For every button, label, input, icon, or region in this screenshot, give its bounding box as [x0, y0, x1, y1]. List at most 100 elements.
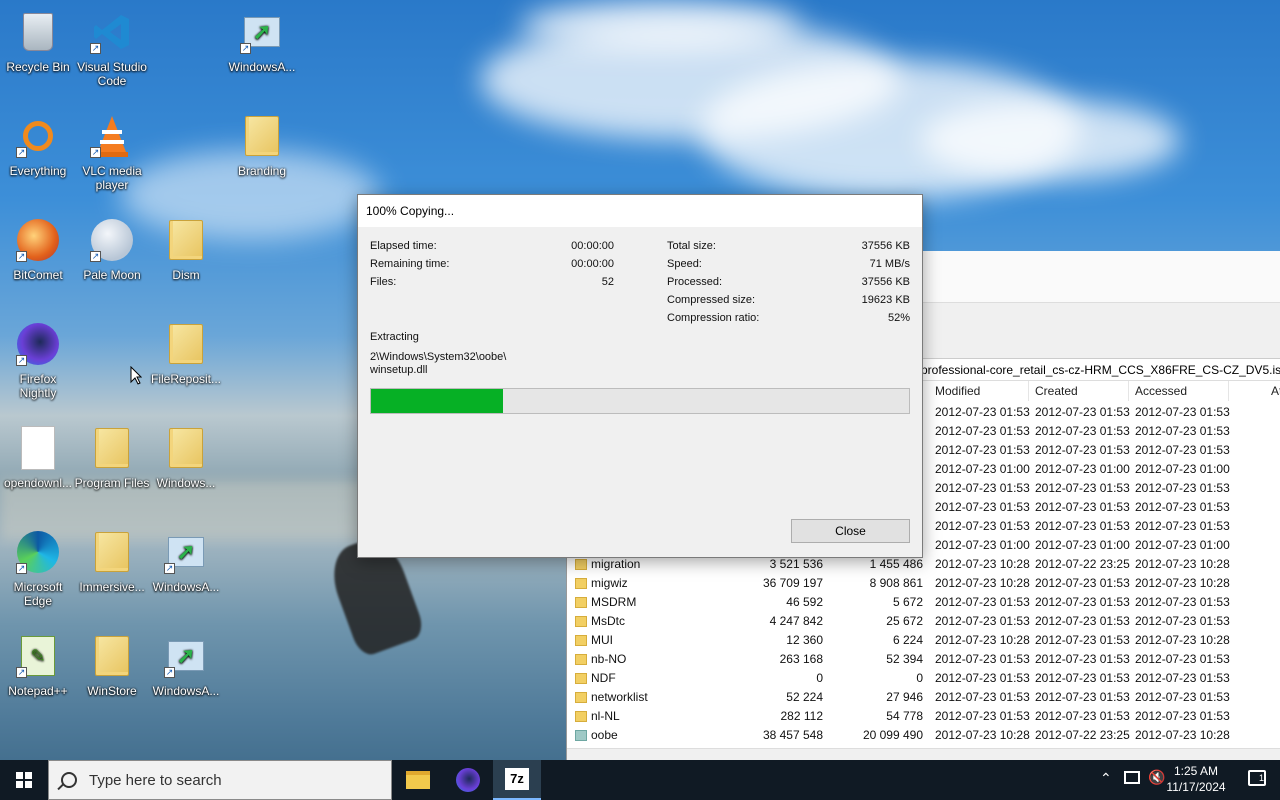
file-modified: 2012-07-23 10:28 [935, 576, 1030, 590]
file-accessed: 2012-07-23 10:28 [1135, 633, 1230, 647]
file-packed-size: 5 672 [892, 595, 923, 609]
file-row[interactable]: MSDRM 46 592 5 672 2012-07-23 01:53 2012-07-… [567, 593, 1280, 612]
file-accessed: 2012-07-23 01:53 [1135, 519, 1230, 533]
bitcomet-icon: ↗ [14, 216, 62, 264]
vlc-cone-icon: ↗ [88, 112, 136, 160]
vlc-shortcut[interactable]: ↗ VLC media player [74, 112, 150, 192]
taskbar-file-explorer[interactable] [394, 760, 442, 800]
taskbar-7zip[interactable]: 7z [493, 760, 541, 800]
opendownl-file[interactable]: opendownl... [0, 424, 76, 490]
file-accessed: 2012-07-23 01:53 [1135, 405, 1230, 419]
firefox-icon [456, 768, 480, 792]
file-created: 2012-07-23 01:53 [1035, 481, 1130, 495]
taskbar: Type here to search 7z ⌃ 🔇 1:25 AM 11/17… [0, 760, 1280, 800]
desktop-icon-label: Immersive... [79, 580, 145, 594]
file-packed-size: 20 099 490 [862, 728, 923, 742]
branding-folder[interactable]: Branding [224, 112, 300, 178]
start-button[interactable] [0, 760, 48, 800]
palemoon-shortcut[interactable]: ↗ Pale Moon [74, 216, 150, 282]
file-created: 2012-07-23 01:00 [1035, 462, 1130, 476]
firefox-nightly-shortcut[interactable]: ↗ Firefox Nightly [0, 320, 76, 400]
file-modified: 2012-07-23 10:28 [935, 728, 1030, 742]
column-header-accessed[interactable]: Accessed [1129, 381, 1229, 401]
notification-icon[interactable]: 1 [1248, 770, 1266, 786]
current-path: 2\Windows\System32\oobe\ [370, 351, 507, 363]
file-name: oobe [591, 728, 618, 742]
search-placeholder: Type here to search [89, 772, 222, 789]
edge-shortcut[interactable]: ↗ Microsoft Edge [0, 528, 76, 608]
file-accessed: 2012-07-23 01:53 [1135, 690, 1230, 704]
filereposit-folder[interactable]: FileReposit... [148, 320, 224, 386]
remaining-time-value: 00:00:00 [571, 258, 614, 270]
close-button[interactable]: Close [791, 519, 910, 543]
windows-folder[interactable]: Windows... [148, 424, 224, 490]
file-created: 2012-07-23 01:53 [1035, 500, 1130, 514]
clock[interactable]: 1:25 AM 11/17/2024 [1158, 763, 1234, 795]
desktop-icon-label: Notepad++ [8, 684, 68, 698]
folder-icon [575, 559, 587, 570]
file-created: 2012-07-23 01:53 [1035, 443, 1130, 457]
desktop-icon-label: WindowsA... [152, 580, 220, 594]
file-modified: 2012-07-23 01:53 [935, 614, 1030, 628]
compressed-size-value: 19623 KB [861, 294, 910, 306]
file-row[interactable]: MUI 12 360 6 224 2012-07-23 10:28 2012-07-23… [567, 631, 1280, 650]
desktop-icon-label: Microsoft Edge [13, 580, 63, 608]
desktop-icon-label: Pale Moon [83, 268, 141, 282]
file-modified: 2012-07-23 01:53 [935, 443, 1030, 457]
file-packed-size: 27 946 [886, 690, 923, 704]
taskbar-search-box[interactable]: Type here to search [48, 760, 392, 800]
desktop-icon-label: Branding [237, 164, 287, 178]
document-icon [14, 424, 62, 472]
files-value: 52 [601, 276, 614, 288]
taskbar-firefox[interactable] [444, 760, 492, 800]
elapsed-time-value: 00:00:00 [571, 240, 614, 252]
everything-shortcut[interactable]: ↗ Everything [0, 112, 76, 178]
folder-icon [162, 320, 210, 368]
network-icon[interactable] [1124, 771, 1140, 784]
winstore-folder[interactable]: WinStore [74, 632, 150, 698]
file-row[interactable]: oobe 38 457 548 20 099 490 2012-07-23 10:28… [567, 726, 1280, 745]
folder-icon [575, 635, 587, 646]
file-row[interactable]: NDF 0 0 2012-07-23 01:53 2012-07-23 01:53 201… [567, 669, 1280, 688]
file-row[interactable]: nl-NL 282 112 54 778 2012-07-23 01:53 2012-0… [567, 707, 1280, 726]
file-row[interactable]: MsDtc 4 247 842 25 672 2012-07-23 01:53 2012… [567, 612, 1280, 631]
processed-label: Processed: [667, 276, 723, 288]
file-row[interactable]: networklist 52 224 27 946 2012-07-23 01:53 2… [567, 688, 1280, 707]
column-header-modified[interactable]: Modified [929, 381, 1029, 401]
file-row[interactable]: migwiz 36 709 197 8 908 861 2012-07-23 10:2… [567, 574, 1280, 593]
windowsa-shortcut-1[interactable]: ➚ ↗ WindowsA... [224, 8, 300, 74]
file-modified: 2012-07-23 01:53 [935, 671, 1030, 685]
windowsa-shortcut-2[interactable]: ➚ ↗ WindowsA... [148, 528, 224, 594]
files-label: Files: [370, 276, 397, 288]
windowsa-shortcut-3[interactable]: ➚ ↗ WindowsA... [148, 632, 224, 698]
chevron-up-icon[interactable]: ⌃ [1100, 770, 1112, 787]
column-header-attributes[interactable]: At [1265, 381, 1280, 401]
file-accessed: 2012-07-23 01:53 [1135, 595, 1230, 609]
installer-icon: ➚ ↗ [162, 632, 210, 680]
file-explorer-icon [406, 771, 430, 789]
program-files-folder[interactable]: Program Files [74, 424, 150, 490]
vscode-shortcut[interactable]: ↗ Visual Studio Code [74, 8, 150, 88]
folder-icon [88, 424, 136, 472]
desktop-icon-label: Visual Studio Code [77, 60, 147, 88]
file-created: 2012-07-22 23:25 [1035, 557, 1130, 571]
file-modified: 2012-07-23 01:53 [935, 709, 1030, 723]
file-modified: 2012-07-23 01:53 [935, 481, 1030, 495]
system-tray: ⌃ 🔇 1:25 AM 11/17/2024 1 [1080, 760, 1280, 800]
notepadpp-shortcut[interactable]: ✎ ↗ Notepad++ [0, 632, 76, 698]
column-header-created[interactable]: Created [1029, 381, 1129, 401]
total-size-value: 37556 KB [861, 240, 910, 252]
file-created: 2012-07-23 01:53 [1035, 519, 1130, 533]
folder-icon [238, 112, 286, 160]
bitcomet-shortcut[interactable]: ↗ BitComet [0, 216, 76, 282]
file-created: 2012-07-23 01:53 [1035, 633, 1130, 647]
file-accessed: 2012-07-23 01:53 [1135, 652, 1230, 666]
immersive-folder[interactable]: Immersive... [74, 528, 150, 594]
file-accessed: 2012-07-23 10:28 [1135, 576, 1230, 590]
clock-time: 1:25 AM [1173, 764, 1219, 778]
file-created: 2012-07-23 01:53 [1035, 690, 1130, 704]
recycle-bin-shortcut[interactable]: Recycle Bin [0, 8, 76, 74]
file-row[interactable]: nb-NO 263 168 52 394 2012-07-23 01:53 2012-0… [567, 650, 1280, 669]
horizontal-scrollbar[interactable] [567, 748, 1280, 760]
dism-folder[interactable]: Dism [148, 216, 224, 282]
